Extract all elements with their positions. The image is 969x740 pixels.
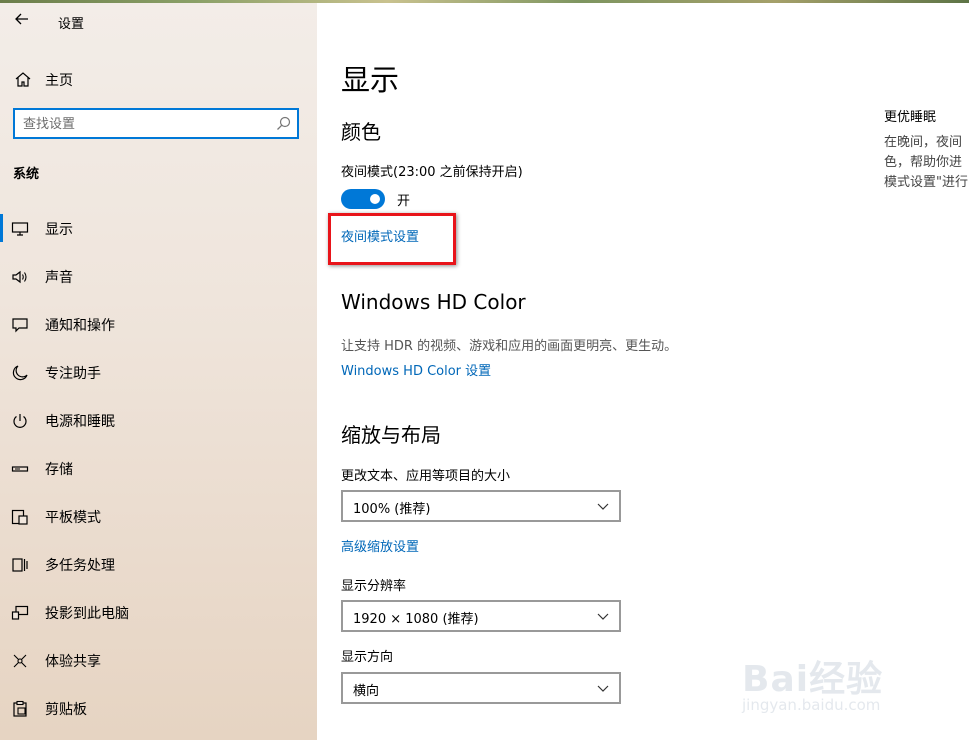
hdr-description: 让支持 HDR 的视频、游戏和应用的画面更明亮、更生动。 (341, 339, 678, 354)
sidebar-item-multitasking[interactable]: 多任务处理 (0, 544, 317, 584)
sidebar-section-title: 系统 (13, 167, 40, 182)
color-section-heading: 颜色 (341, 120, 381, 144)
sidebar-item-label: 通知和操作 (45, 318, 115, 334)
hdr-section-heading: Windows HD Color (341, 290, 526, 314)
orientation-label: 显示方向 (341, 650, 394, 665)
search-field[interactable] (13, 108, 299, 139)
chevron-down-icon (597, 613, 609, 620)
sidebar-item-label: 体验共享 (45, 654, 101, 670)
watermark-url: jingyan.baidu.com (742, 696, 881, 714)
sidebar-item-label: 显示 (45, 222, 73, 238)
sidebar-item-power[interactable]: 电源和睡眠 (0, 400, 317, 440)
sidebar-item-label: 主页 (45, 73, 73, 89)
orientation-dropdown[interactable]: 横向 (341, 672, 621, 704)
share-nodes-icon (13, 654, 27, 668)
monitor-icon (11, 222, 29, 236)
sidebar-item-project[interactable]: 投影到此电脑 (0, 592, 317, 632)
aside-line: 色，帮助你进 (884, 155, 963, 170)
scale-label: 更改文本、应用等项目的大小 (341, 469, 511, 484)
clipboard-icon (13, 700, 27, 717)
sidebar-item-display[interactable]: 显示 (0, 208, 317, 248)
sidebar-item-storage[interactable]: 存储 (0, 448, 317, 488)
home-icon (15, 72, 31, 87)
sidebar-item-label: 存储 (45, 462, 73, 478)
sidebar-item-label: 投影到此电脑 (45, 606, 129, 622)
resolution-dropdown[interactable]: 1920 × 1080 (推荐) (341, 600, 621, 632)
sidebar-item-label: 剪贴板 (45, 702, 87, 718)
night-light-toggle[interactable] (341, 189, 385, 209)
sidebar-item-home[interactable]: 主页 (0, 65, 317, 93)
window-title: 设置 (58, 17, 85, 32)
chevron-down-icon (597, 685, 609, 692)
sidebar-item-label: 专注助手 (45, 366, 101, 382)
main-content: 显示 颜色 夜间模式(23:00 之前保持开启) 开 夜间模式设置 Window… (317, 3, 969, 740)
sidebar-item-shared-experiences[interactable]: 体验共享 (0, 640, 317, 680)
speaker-icon (12, 270, 27, 284)
back-button[interactable] (14, 11, 30, 27)
back-arrow-icon (15, 13, 28, 25)
resolution-label: 显示分辨率 (341, 579, 407, 594)
sidebar-item-label: 平板模式 (45, 510, 101, 526)
sidebar-item-sound[interactable]: 声音 (0, 256, 317, 296)
sidebar-item-focus-assist[interactable]: 专注助手 (0, 352, 317, 392)
scale-value: 100% (推荐) (353, 502, 431, 517)
sidebar-item-label: 声音 (45, 270, 73, 286)
aside-text: 在晚间，夜间 色，帮助你进 模式设置"进行 (884, 133, 969, 193)
chevron-down-icon (597, 503, 609, 510)
page-title: 显示 (341, 63, 400, 97)
scale-dropdown[interactable]: 100% (推荐) (341, 490, 621, 522)
power-icon (13, 414, 27, 428)
scale-section-heading: 缩放与布局 (341, 423, 441, 447)
aside-line: 模式设置"进行 (884, 175, 968, 190)
annotation-highlight-box (328, 213, 456, 265)
aside-title: 更优睡眠 (884, 110, 937, 125)
sidebar-item-label: 多任务处理 (45, 558, 115, 574)
sidebar: 设置 主页 系统 显示 声音 通知和操作 (0, 3, 317, 740)
watermark-brand: Bai经验 (742, 659, 884, 700)
advanced-scaling-link[interactable]: 高级缩放设置 (341, 536, 419, 555)
project-icon (11, 605, 29, 620)
baidu-jingyan-watermark: Bai经验 jingyan.baidu.com (742, 634, 922, 720)
chat-bubble-icon (12, 318, 28, 333)
sidebar-item-label: 电源和睡眠 (45, 414, 115, 430)
night-light-label: 夜间模式(23:00 之前保持开启) (341, 165, 523, 180)
resolution-value: 1920 × 1080 (推荐) (353, 612, 479, 627)
multitask-icon (12, 558, 28, 572)
night-light-state: 开 (397, 194, 411, 209)
sidebar-item-clipboard[interactable]: 剪贴板 (0, 688, 317, 728)
search-icon (277, 116, 291, 130)
hdr-settings-link[interactable]: Windows HD Color 设置 (341, 360, 491, 379)
tablet-icon (11, 509, 28, 525)
moon-icon (12, 365, 28, 381)
aside-line: 在晚间，夜间 (884, 135, 963, 150)
orientation-value: 横向 (353, 684, 380, 699)
storage-drive-icon (11, 466, 29, 472)
search-input[interactable] (23, 114, 273, 134)
sidebar-item-notifications[interactable]: 通知和操作 (0, 304, 317, 344)
sidebar-item-tablet-mode[interactable]: 平板模式 (0, 496, 317, 536)
toggle-knob (370, 194, 380, 204)
